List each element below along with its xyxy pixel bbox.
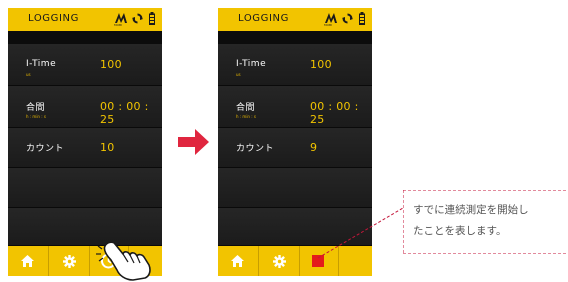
interval-label: 合間	[236, 103, 256, 113]
interval-value: 00 : 00 : 25	[310, 100, 359, 126]
transition-arrow-icon	[178, 129, 209, 155]
interval-unit: h : min : s	[236, 114, 256, 119]
sync-icon	[132, 13, 143, 24]
bottom-toolbar	[218, 246, 372, 276]
empty-row	[218, 168, 372, 208]
count-label: カウント	[236, 144, 275, 154]
home-icon	[231, 255, 244, 267]
gear-icon	[273, 255, 286, 268]
battery-icon	[149, 12, 155, 25]
empty-row	[8, 208, 162, 246]
gear-icon	[63, 255, 76, 268]
count-value: 9	[310, 141, 318, 154]
home-icon	[21, 255, 34, 267]
logo-caption: MOBI	[114, 23, 122, 27]
itime-label: I-Time	[236, 59, 267, 69]
empty-row	[218, 208, 372, 246]
stop-icon	[312, 255, 324, 267]
header-bar: LOGGING MOBI	[218, 8, 372, 31]
itime-value: 100	[310, 58, 332, 71]
settings-button[interactable]	[49, 246, 89, 276]
count-label: カウント	[26, 144, 65, 154]
itime-row[interactable]: I-Time us 100	[218, 44, 372, 86]
stop-logging-button[interactable]	[300, 246, 338, 276]
itime-value: 100	[100, 58, 122, 71]
interval-row[interactable]: 合間 h : min : s 00 : 00 : 25	[218, 86, 372, 128]
annotation-callout: すでに連続測定を開始し たことを表します。	[403, 190, 568, 254]
callout-line-2: たことを表します。	[413, 225, 507, 237]
interval-unit: h : min : s	[26, 114, 46, 119]
callout-border	[403, 190, 568, 254]
empty-row	[8, 168, 162, 208]
header-spacer	[8, 31, 162, 44]
itime-unit: us	[26, 72, 31, 77]
home-button[interactable]	[218, 246, 258, 276]
settings-button[interactable]	[259, 246, 299, 276]
sync-icon	[342, 13, 353, 24]
count-row[interactable]: カウント 9	[218, 128, 372, 168]
count-value: 10	[100, 141, 115, 154]
itime-row[interactable]: I-Time us 100	[8, 44, 162, 86]
screen-title: LOGGING	[238, 13, 289, 24]
itime-unit: us	[236, 72, 241, 77]
header-spacer	[218, 31, 372, 44]
pointing-hand-icon	[96, 242, 151, 281]
battery-icon	[359, 12, 365, 25]
device-screen-before: LOGGING MOBI I-Time us 100 合間 h : min : …	[8, 8, 162, 276]
callout-line-1: すでに連続測定を開始し	[413, 204, 529, 216]
device-screen-after: LOGGING MOBI I-Time us 100 合間 h : min : …	[218, 8, 372, 276]
header-bar: LOGGING MOBI	[8, 8, 162, 31]
interval-label: 合間	[26, 103, 46, 113]
logo-caption: MOBI	[324, 23, 332, 27]
home-button[interactable]	[8, 246, 48, 276]
screen-title: LOGGING	[28, 13, 79, 24]
count-row[interactable]: カウント 10	[8, 128, 162, 168]
interval-row[interactable]: 合間 h : min : s 00 : 00 : 25	[8, 86, 162, 128]
itime-label: I-Time	[26, 59, 57, 69]
interval-value: 00 : 00 : 25	[100, 100, 149, 126]
